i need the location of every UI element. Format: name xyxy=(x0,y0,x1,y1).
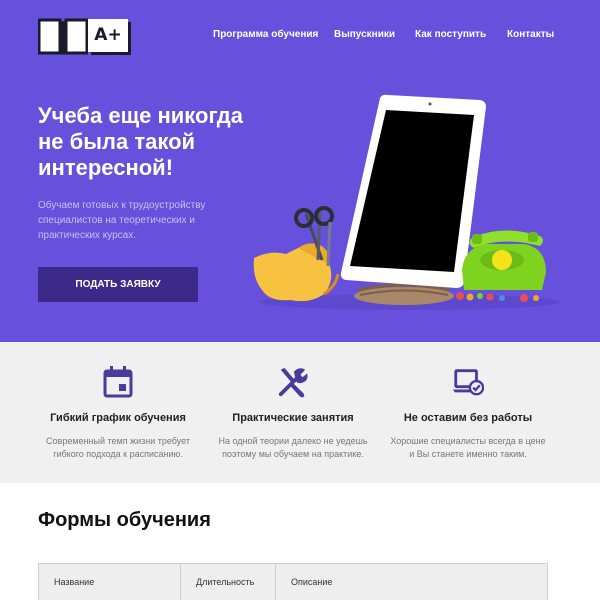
hero-section: A+ Программа обучения Выпускники Как пос… xyxy=(0,0,600,342)
tablet-icon xyxy=(340,94,486,288)
feature-card: Гибкий график обучения Современный темп … xyxy=(28,342,208,483)
feature-description-line: Хорошие специалисты всегда в цене xyxy=(390,436,546,446)
laptop-check-icon xyxy=(452,369,484,396)
hero-illustration xyxy=(253,94,560,310)
apply-button[interactable]: ПОДАТЬ ЗАЯВКУ xyxy=(38,267,198,302)
feature-title: Практические занятия xyxy=(232,412,354,424)
nav-link-contacts[interactable]: Контакты xyxy=(507,29,554,43)
logo[interactable]: A+ xyxy=(38,17,130,57)
feature-description-line: На одной теории далеко не уедешь xyxy=(218,436,368,446)
feature-title: Не оставим без работы xyxy=(403,412,533,424)
nav-link-admission[interactable]: Как поступить xyxy=(415,29,486,43)
book-icon xyxy=(38,18,88,55)
hero-subtitle-line: Обучаем готовых к трудоустройству xyxy=(38,200,206,211)
feature-card: Не оставим без работы Хорошие специалист… xyxy=(378,342,558,483)
phone-icon xyxy=(462,230,546,290)
feature-description: На одной теории далеко не уедешь поэтому… xyxy=(203,435,383,461)
feature-description-line: гибкого подхода к расписанию. xyxy=(53,449,183,459)
table-header-description: Описание xyxy=(291,577,333,587)
hero-subtitle-line: специалистов на теоретических и xyxy=(38,215,195,226)
table-header-duration: Длительность xyxy=(181,564,276,600)
features-section: Гибкий график обучения Современный темп … xyxy=(0,342,600,483)
hero-subtitle: Обучаем готовых к трудоустройству специа… xyxy=(38,198,228,243)
section-title: Формы обучения xyxy=(38,509,211,531)
feature-description-line: и Вы станете именно таким. xyxy=(409,449,527,459)
table-header-name: Название xyxy=(39,564,181,600)
tools-icon xyxy=(278,367,308,398)
nav-link-graduates[interactable]: Выпускники xyxy=(334,29,395,43)
education-forms-table: Название Длительность Описание xyxy=(38,563,548,600)
logo-badge: A+ xyxy=(88,19,128,52)
hero-subtitle-line: практических курсах. xyxy=(38,230,136,241)
hand-icon xyxy=(253,206,340,302)
nav-link-program[interactable]: Программа обучения xyxy=(213,29,318,43)
feature-description: Современный темп жизни требует гибкого п… xyxy=(28,435,208,461)
feature-card: Практические занятия На одной теории дал… xyxy=(203,342,383,483)
feature-title: Гибкий график обучения xyxy=(50,412,186,424)
feature-description-line: Современный темп жизни требует xyxy=(46,436,190,446)
calendar-icon xyxy=(103,366,133,398)
tablet-stand xyxy=(354,283,454,305)
feature-description: Хорошие специалисты всегда в цене и Вы с… xyxy=(378,435,558,461)
feature-description-line: поэтому мы обучаем на практике. xyxy=(222,449,364,459)
